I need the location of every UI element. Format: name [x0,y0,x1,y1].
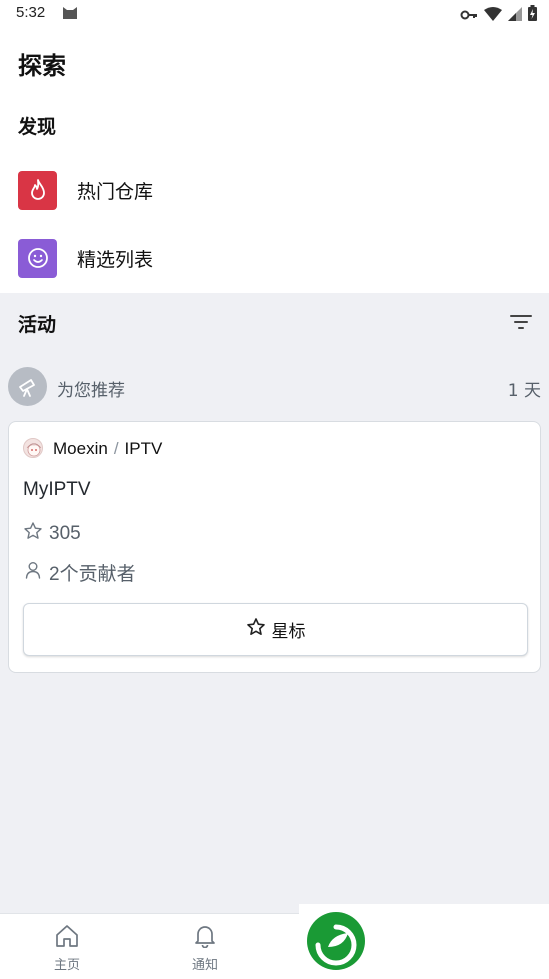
cat-notification-icon [62,5,78,24]
nav-home[interactable]: 主页 [37,924,97,973]
contributors-count: 2个贡献者 [49,564,136,585]
discover-title: 发现 [18,116,57,138]
owner-avatar[interactable] [23,438,43,458]
vpn-key-icon [460,6,478,25]
discover-item-label: 精选列表 [77,248,154,271]
nav-home-label: 主页 [53,958,80,973]
stars-row: 305 [23,521,81,547]
status-bar: 5:32 [0,0,549,28]
activity-title: 活动 [18,314,57,336]
signal-icon [508,6,522,25]
recommendation-label: 为您推荐 [57,381,125,401]
wifi-icon [484,6,502,25]
battery-icon [528,5,537,25]
repo-owner[interactable]: Moexin [53,439,108,458]
repo-card[interactable]: Moexin / IPTV MyIPTV 305 2个贡献者 星标 [8,421,541,673]
star-button[interactable]: 星标 [23,603,528,656]
smiley-icon [18,238,57,278]
leaf-logo-icon[interactable] [306,911,366,975]
person-icon [23,560,43,586]
repo-full-name[interactable]: Moexin / IPTV [53,439,162,459]
repo-name[interactable]: IPTV [125,439,163,458]
nav-notifications[interactable]: 通知 [175,924,235,973]
star-button-label: 星标 [271,622,306,642]
status-time: 5:32 [16,4,46,21]
page-title: 探索 [18,52,66,80]
filter-icon[interactable] [510,313,532,335]
status-icons [460,5,537,25]
bell-icon [192,924,218,952]
discover-item-featured-lists[interactable]: 精选列表 [0,228,549,288]
flame-icon [18,170,57,210]
contributors-row: 2个贡献者 [23,559,136,586]
home-icon [54,924,80,952]
recommendation-time: 1 天 [507,381,541,401]
repo-separator: / [113,439,119,458]
star-count: 305 [49,523,81,544]
nav-notifications-label: 通知 [191,958,218,973]
discover-item-label: 热门仓库 [77,180,154,203]
star-outline-icon [23,521,43,547]
star-icon [246,617,266,642]
repo-description: MyIPTV [23,479,91,500]
discover-item-hot-repos[interactable]: 热门仓库 [0,160,549,220]
telescope-icon [8,367,47,406]
